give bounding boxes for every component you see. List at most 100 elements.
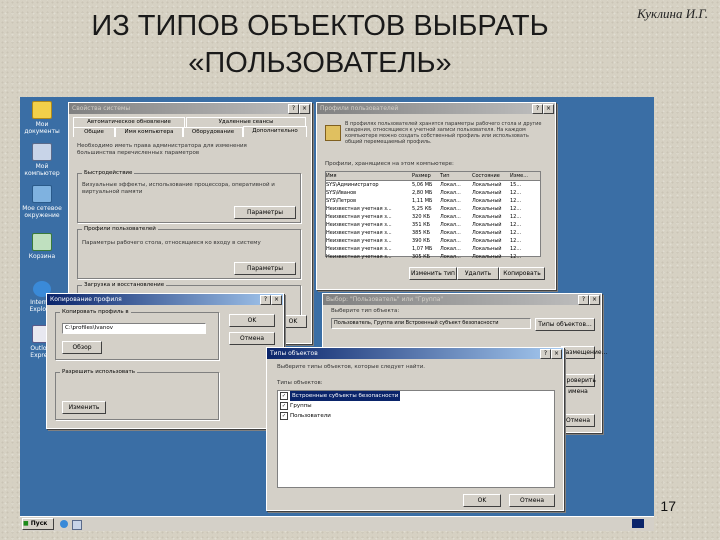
- computer-icon: [32, 143, 52, 161]
- table-cell: Неизвестная учетная з...: [326, 246, 392, 252]
- copy-path-input[interactable]: C:\profiles\Ivanov: [62, 323, 206, 334]
- column-header[interactable]: Имя: [326, 172, 412, 180]
- table-cell: 12...: [510, 190, 522, 196]
- table-row[interactable]: SYS\Администратор 5,06 МБ Локал... Локальны…: [326, 181, 540, 189]
- table-cell: Неизвестная учетная з...: [326, 222, 392, 228]
- page-number: 17: [660, 498, 676, 514]
- group-label: Разрешить использовать: [60, 369, 137, 375]
- checkbox[interactable]: ✓: [280, 402, 288, 410]
- object-type-item-groups[interactable]: ✓ Группы: [278, 401, 554, 411]
- object-type-label: Встроенные субъекты безопасности: [290, 391, 401, 401]
- location-button[interactable]: Размещение...: [561, 346, 607, 359]
- column-header[interactable]: Тип: [440, 172, 472, 180]
- object-types-titlebar: Типы объектов ? ×: [267, 348, 563, 359]
- copy-profile-button[interactable]: Копировать: [499, 267, 545, 280]
- close-button[interactable]: ×: [589, 295, 600, 305]
- start-button[interactable]: ■ Пуск: [22, 518, 54, 530]
- quicklaunch-ie-icon[interactable]: [60, 520, 68, 528]
- user-profiles-titlebar: Профили пользователей ? ×: [317, 103, 555, 114]
- network-icon: [32, 185, 52, 203]
- table-cell: 12...: [510, 206, 522, 212]
- object-type-item-builtin[interactable]: ✓ Встроенные субъекты безопасности: [278, 391, 554, 401]
- table-cell: Локальный: [472, 214, 502, 220]
- table-row[interactable]: SYS\Петров 1,11 МБ Локал... Локальный 12...: [326, 197, 540, 205]
- table-row[interactable]: Неизвестная учетная з... 351 КБ Локал... Ло…: [326, 221, 540, 229]
- table-cell: SYS\Петров: [326, 198, 357, 204]
- desktop-icon-label: Мой компьютер: [24, 163, 60, 177]
- close-button[interactable]: ×: [543, 104, 554, 114]
- slide-title: ИЗ ТИПОВ ОБЪЕКТОВ ВЫБРАТЬ «ПОЛЬЗОВАТЕЛЬ»: [91, 10, 549, 79]
- help-button[interactable]: ?: [540, 349, 551, 359]
- checkbox[interactable]: ✓: [280, 412, 288, 420]
- close-button[interactable]: ×: [299, 104, 310, 114]
- change-button[interactable]: Изменить: [62, 401, 106, 414]
- help-button[interactable]: ?: [578, 295, 589, 305]
- profiles-settings-button[interactable]: Параметры: [234, 262, 296, 275]
- copy-to-group: Копировать профиль в C:\profiles\Ivanov …: [55, 309, 219, 360]
- desktop-icon-network[interactable]: Мое сетевое окружение: [20, 185, 64, 219]
- profile-icon: [325, 125, 341, 141]
- admin-rights-text: Необходимо иметь права администратора дл…: [77, 143, 247, 156]
- table-cell: 390 КБ: [412, 238, 431, 244]
- change-type-button[interactable]: Изменить тип: [409, 267, 457, 280]
- check-names-button[interactable]: Проверить имена: [561, 374, 596, 395]
- profiles-table-body: SYS\Администратор 5,06 МБ Локал... Локальны…: [326, 181, 540, 261]
- performance-settings-button[interactable]: Параметры: [234, 206, 296, 219]
- select-cancel-button[interactable]: Отмена: [561, 414, 595, 427]
- quicklaunch-desktop-icon[interactable]: [72, 520, 82, 530]
- table-row[interactable]: Неизвестная учетная з... 5,25 КБ Локал... Л…: [326, 205, 540, 213]
- copy-ok-button[interactable]: OK: [229, 314, 275, 327]
- table-cell: Локал...: [440, 238, 461, 244]
- table-cell: Локальный: [472, 230, 502, 236]
- help-button[interactable]: ?: [288, 104, 299, 114]
- delete-profile-button[interactable]: Удалить: [457, 267, 499, 280]
- table-cell: Локальный: [472, 182, 502, 188]
- table-row[interactable]: Неизвестная учетная з... 305 КБ Локал... Ло…: [326, 253, 540, 261]
- windows-logo-icon: ■: [23, 520, 29, 527]
- table-row[interactable]: SYS\Иванов 2,80 МБ Локал... Локальный 12...: [326, 189, 540, 197]
- browse-button[interactable]: Обзор: [62, 341, 102, 354]
- start-label: Пуск: [30, 520, 48, 527]
- object-types-ok-button[interactable]: OK: [463, 494, 501, 507]
- taskbar: ■ Пуск: [20, 516, 654, 531]
- object-types-cancel-button[interactable]: Отмена: [509, 494, 555, 507]
- checkbox[interactable]: ✓: [280, 392, 288, 400]
- close-button[interactable]: ×: [551, 349, 562, 359]
- tab-auto-update[interactable]: Автоматическое обновление: [73, 117, 185, 127]
- close-button[interactable]: ×: [271, 295, 282, 305]
- table-cell: Неизвестная учетная з...: [326, 206, 392, 212]
- object-type-item-users[interactable]: ✓ Пользователи: [278, 411, 554, 421]
- table-cell: Локал...: [440, 230, 461, 236]
- table-row[interactable]: Неизвестная учетная з... 1,07 МБ Локал... Л…: [326, 245, 540, 253]
- desktop-icon-my-documents[interactable]: Мои документы: [20, 101, 64, 135]
- help-button[interactable]: ?: [532, 104, 543, 114]
- copy-cancel-button[interactable]: Отмена: [229, 332, 275, 345]
- table-cell: 12...: [510, 230, 522, 236]
- column-header[interactable]: Состояние: [472, 172, 510, 180]
- help-button[interactable]: ?: [260, 295, 271, 305]
- tab-computer-name[interactable]: Имя компьютера: [115, 127, 183, 137]
- profiles-text: Параметры рабочего стола, относящиеся ко…: [82, 240, 261, 246]
- object-types-button[interactable]: Типы объектов...: [535, 318, 595, 331]
- tab-general[interactable]: Общие: [73, 127, 115, 137]
- desktop-icon-recycle-bin[interactable]: Корзина: [20, 233, 64, 260]
- tab-advanced[interactable]: Дополнительно: [243, 126, 307, 137]
- object-types-list-label: Типы объектов:: [277, 380, 323, 386]
- table-cell: Локальный: [472, 190, 502, 196]
- column-header[interactable]: Размер: [412, 172, 440, 180]
- tab-hardware[interactable]: Оборудование: [183, 127, 243, 137]
- table-cell: Неизвестная учетная з...: [326, 254, 392, 260]
- table-row[interactable]: Неизвестная учетная з... 390 КБ Локал... Ло…: [326, 237, 540, 245]
- table-row[interactable]: Неизвестная учетная з... 320 КБ Локал... Ло…: [326, 213, 540, 221]
- table-cell: 12...: [510, 222, 522, 228]
- author-name: Куклина И.Г.: [637, 6, 708, 21]
- object-types-list[interactable]: ✓ Встроенные субъекты безопасности ✓ Гру…: [277, 390, 555, 488]
- profiles-table[interactable]: Имя Размер Тип Состояние Изме... SYS\Адм…: [325, 171, 541, 260]
- desktop-icon-my-computer[interactable]: Мой компьютер: [20, 143, 64, 177]
- recycle-bin-icon: [32, 233, 52, 251]
- table-cell: Локальный: [472, 254, 502, 260]
- table-cell: 12...: [510, 214, 522, 220]
- table-row[interactable]: Неизвестная учетная з... 385 КБ Локал... Ло…: [326, 229, 540, 237]
- column-header[interactable]: Изме...: [510, 172, 532, 180]
- window-title: Свойства системы: [72, 105, 131, 112]
